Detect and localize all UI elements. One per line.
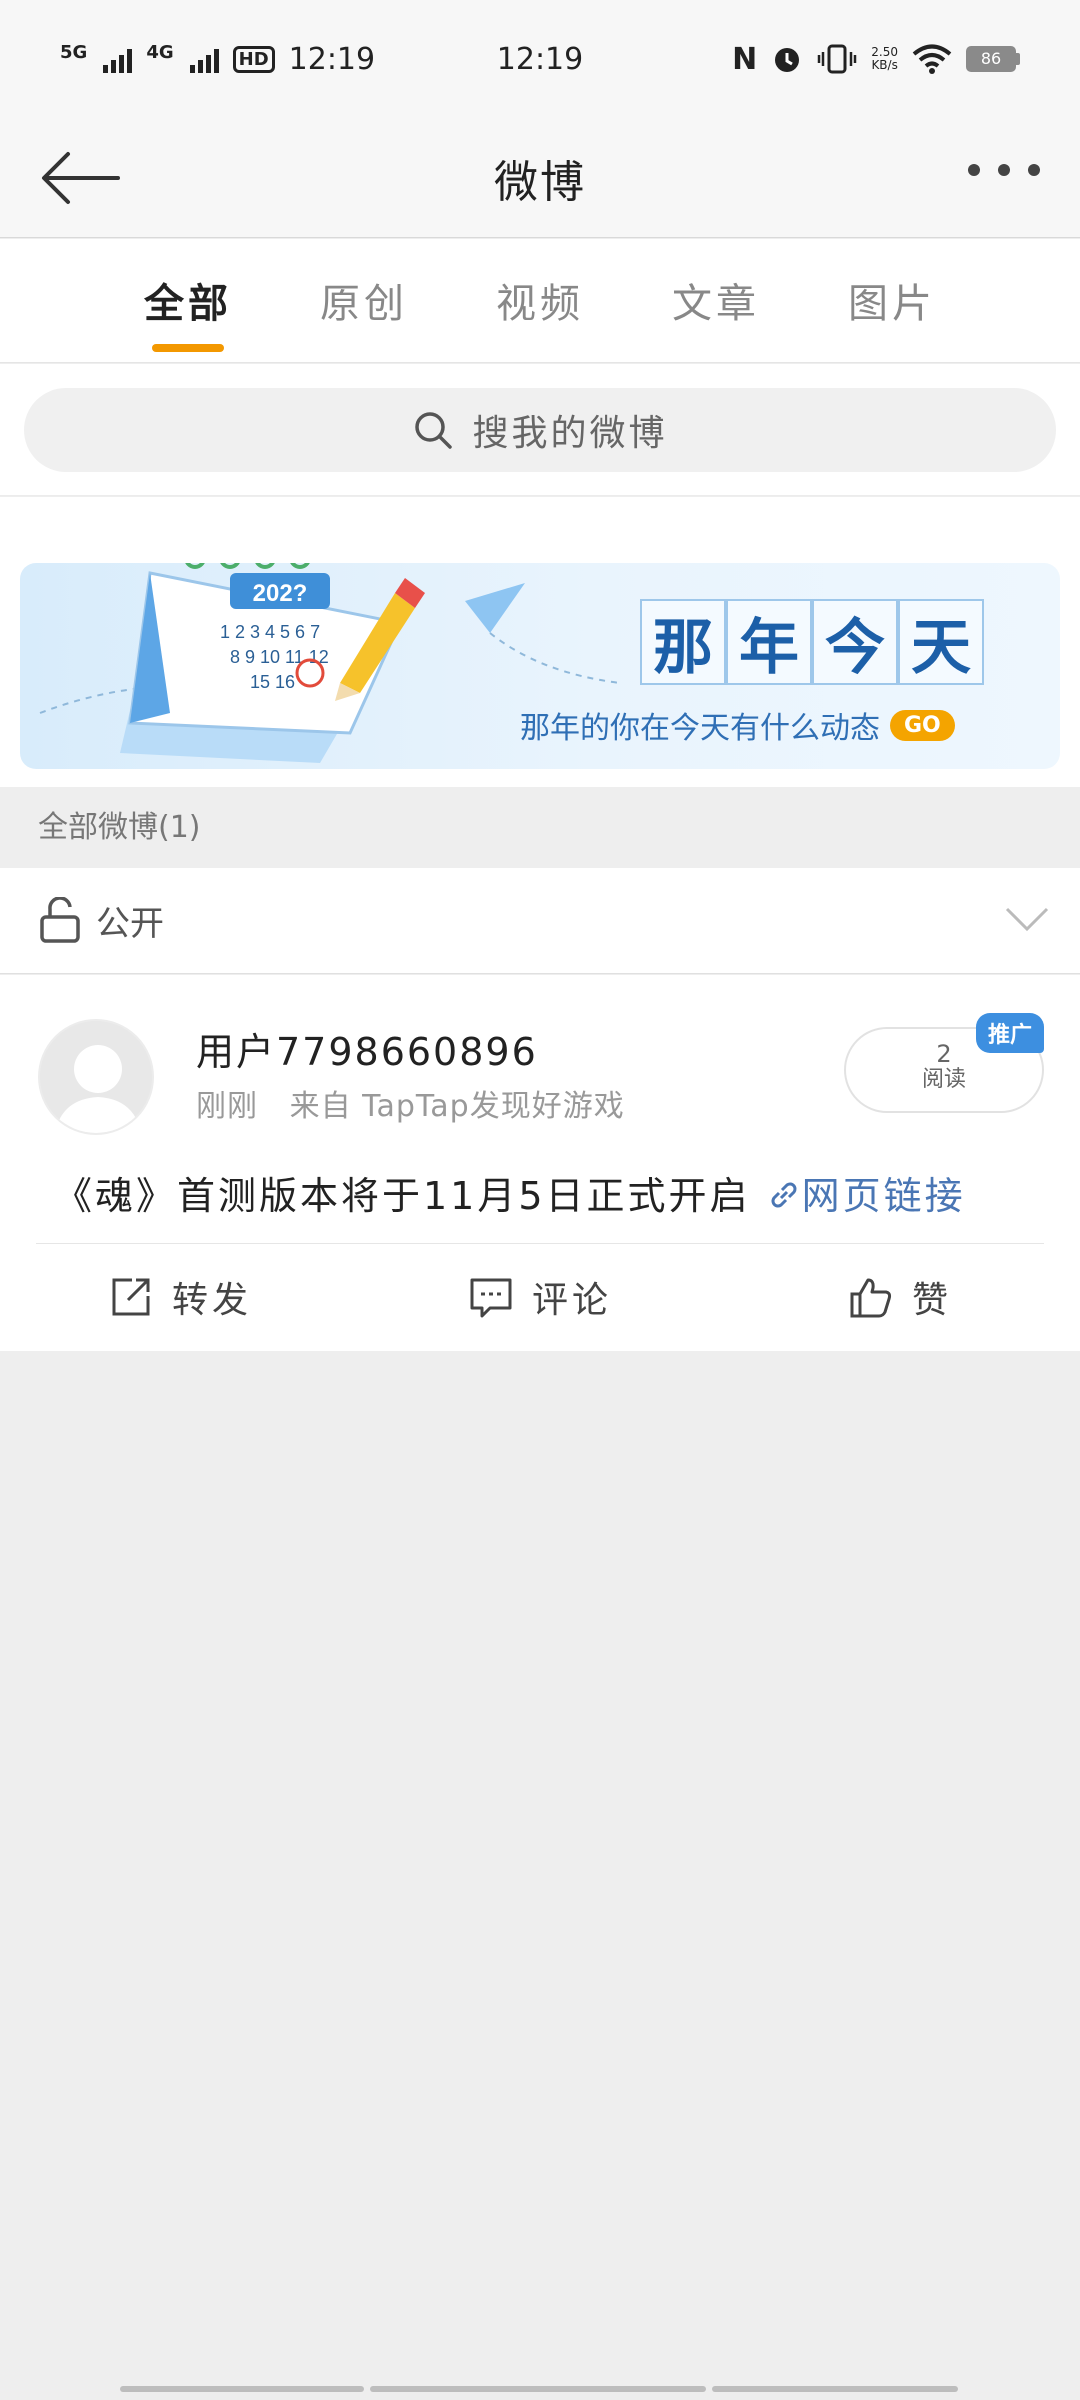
tab-article[interactable]: 文章 [628, 239, 804, 362]
alarm-icon [775, 48, 800, 72]
tab-bar: 全部 原创 视频 文章 图片 [0, 239, 1080, 363]
banner-section: 202? 1 2 3 4 5 6 7 8 9 10 11 12 15 16 那 … [0, 497, 1080, 787]
battery-icon: 86 [966, 46, 1020, 72]
vibrate-icon [818, 44, 857, 74]
web-link[interactable]: 网页链接 [766, 1174, 966, 1218]
search-placeholder: 搜我的微博 [472, 413, 668, 454]
signal-5g-icon [103, 45, 133, 73]
net-speed-value: 2.50 [871, 45, 898, 59]
wifi-icon [912, 44, 952, 74]
navigation-bar[interactable] [120, 2386, 958, 2392]
post-username[interactable]: 用户7798660896 [196, 1021, 538, 1076]
status-left: 5G 4G HD 12:19 [60, 42, 375, 77]
banner-title: 那 年 今 天 [640, 599, 984, 685]
svg-text:1 2 3 4 5 6 7: 1 2 3 4 5 6 7 [220, 622, 320, 642]
svg-text:8 9 10 11 12: 8 9 10 11 12 [230, 647, 329, 667]
signal-5g-label: 5G [60, 41, 88, 63]
unlock-icon [40, 896, 80, 943]
post-text: 《魂》首测版本将于11月5日正式开启 [54, 1174, 751, 1218]
net-speed: 2.50 KB/s [871, 46, 898, 72]
section-header: 全部微博(1) [0, 788, 1080, 868]
more-options-icon[interactable] [968, 164, 1040, 176]
thumbs-up-icon [850, 1278, 892, 1318]
visibility-label: 公开 [96, 904, 164, 944]
chevron-down-icon[interactable] [1004, 904, 1050, 934]
visibility-filter[interactable]: 公开 [0, 868, 1080, 974]
tab-original[interactable]: 原创 [276, 239, 452, 362]
post-body: 《魂》首测版本将于11月5日正式开启 网页链接 [54, 1165, 966, 1220]
status-time-left: 12:19 [288, 41, 376, 77]
link-icon [771, 1182, 797, 1208]
banner-title-char: 那 [640, 599, 726, 685]
like-label: 赞 [911, 1280, 952, 1321]
post-actions: 转发 评论 赞 [0, 1245, 1080, 1349]
tab-image[interactable]: 图片 [804, 239, 980, 362]
calendar-illustration: 202? 1 2 3 4 5 6 7 8 9 10 11 12 15 16 [39, 563, 621, 763]
banner-title-char: 天 [898, 599, 984, 685]
divider [36, 1243, 1044, 1244]
net-speed-unit: KB/s [871, 58, 898, 72]
nfc-icon: N [732, 41, 758, 77]
page-title: 微博 [494, 157, 586, 208]
post-source: 来自 TapTap发现好游戏 [289, 1089, 625, 1124]
avatar[interactable] [38, 1019, 154, 1135]
post-time: 刚刚 [196, 1089, 258, 1124]
comment-label: 评论 [531, 1280, 612, 1321]
search-icon [415, 412, 453, 449]
nav-bar: 微博 [0, 118, 1080, 238]
memories-banner[interactable]: 202? 1 2 3 4 5 6 7 8 9 10 11 12 15 16 那 … [20, 563, 1060, 769]
comment-icon [470, 1278, 512, 1318]
banner-subtitle: 那年的你在今天有什么动态 [520, 711, 880, 746]
default-avatar-icon [54, 1045, 142, 1133]
tab-all[interactable]: 全部 [100, 239, 276, 362]
calendar-year: 202? [253, 580, 308, 607]
repost-label: 转发 [171, 1280, 252, 1321]
post-card[interactable]: 用户7798660896 刚刚 来自 TapTap发现好游戏 2 阅读 推广 《… [0, 975, 1080, 1351]
status-bar: 5G 4G HD 12:19 12:19 N 2.50 KB/s 86 [0, 0, 1080, 118]
search-section: 搜我的微博 [0, 364, 1080, 496]
signal-4g-label: 4G [146, 41, 174, 63]
signal-4g-icon [189, 45, 219, 73]
status-right: N 2.50 KB/s 86 [732, 42, 1020, 77]
svg-text:15 16: 15 16 [250, 672, 295, 692]
comment-button[interactable]: 评论 [360, 1245, 720, 1349]
share-icon [112, 1278, 150, 1316]
hd-voice-icon: HD [232, 45, 275, 73]
banner-title-char: 今 [812, 599, 898, 685]
banner-subtitle-row: 那年的你在今天有什么动态 GO [520, 703, 955, 747]
like-button[interactable]: 赞 [720, 1245, 1080, 1349]
banner-title-char: 年 [726, 599, 812, 685]
post-meta: 刚刚 来自 TapTap发现好游戏 [196, 1081, 625, 1125]
tab-video[interactable]: 视频 [452, 239, 628, 362]
repost-button[interactable]: 转发 [0, 1245, 360, 1349]
web-link-label: 网页链接 [801, 1174, 966, 1218]
search-input[interactable]: 搜我的微博 [24, 388, 1056, 472]
go-button[interactable]: GO [890, 709, 955, 741]
battery-level: 86 [966, 46, 1016, 72]
read-count-label: 阅读 [921, 1067, 966, 1092]
promote-badge[interactable]: 推广 [975, 1013, 1044, 1053]
